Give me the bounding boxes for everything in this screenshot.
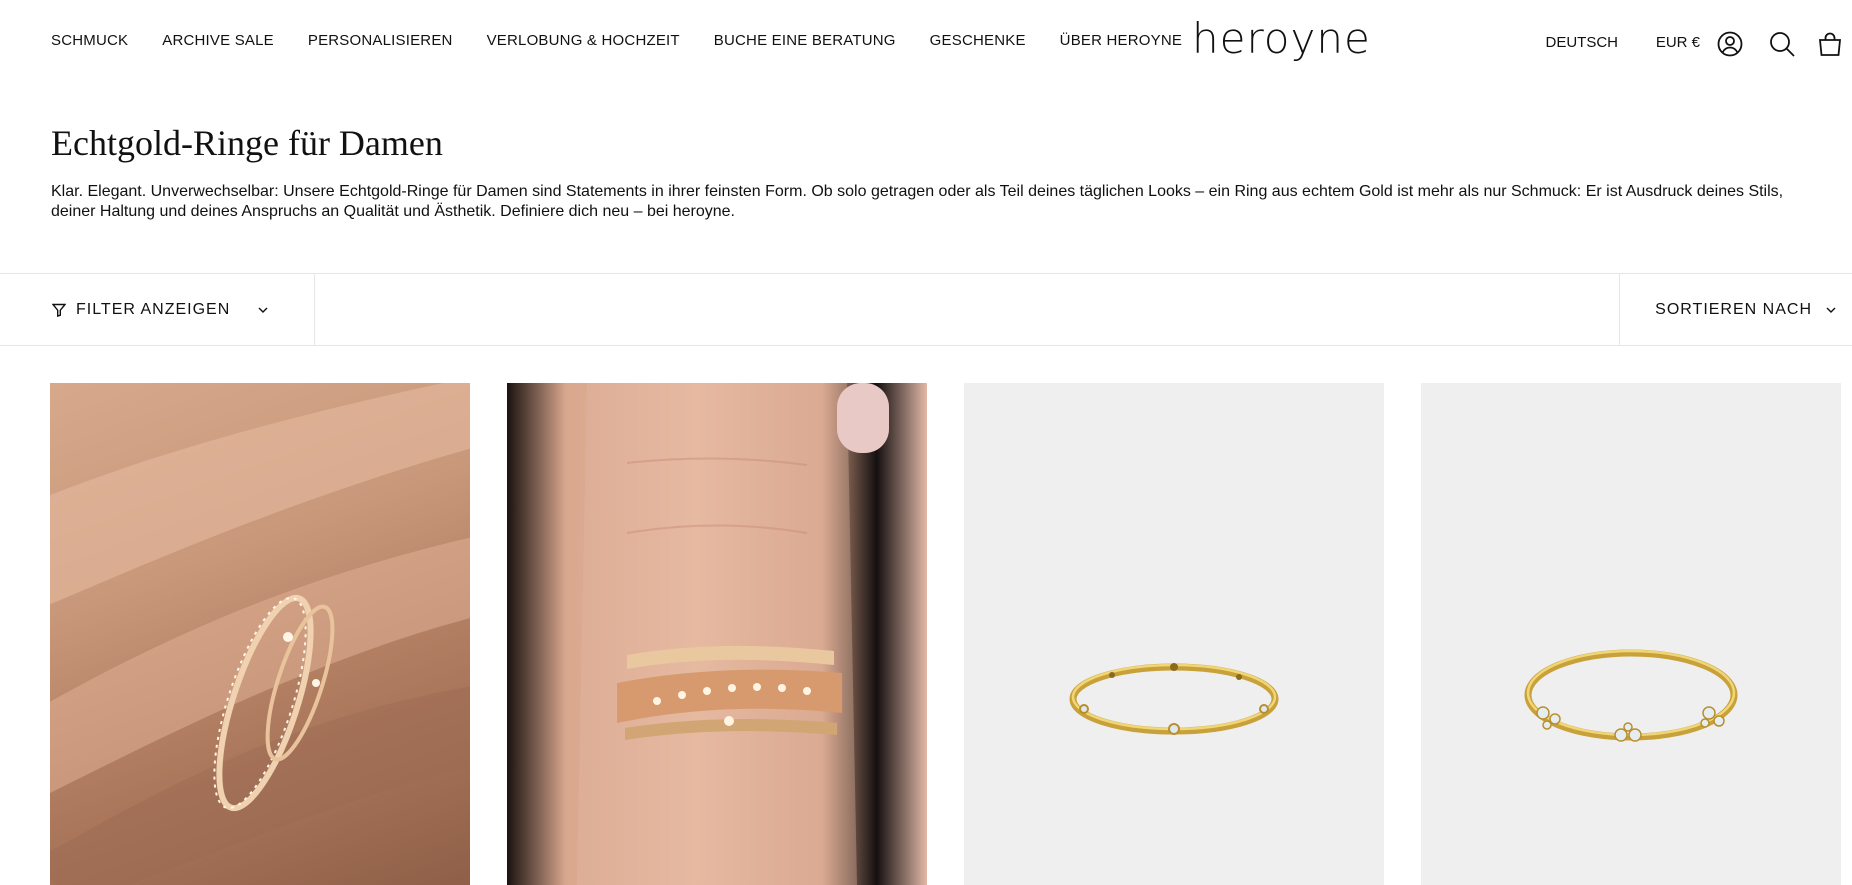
nav-item-archive-sale[interactable]: ARCHIVE SALE	[162, 32, 274, 49]
sort-button[interactable]: SORTIEREN NACH	[1619, 274, 1852, 346]
collection-toolbar: FILTER ANZEIGEN SORTIEREN NACH	[0, 273, 1852, 346]
chevron-down-icon	[1826, 307, 1836, 313]
nav-item-beratung[interactable]: BUCHE EINE BERATUNG	[714, 32, 896, 49]
product-card[interactable]	[50, 383, 470, 885]
nav-item-ueber-heroyne[interactable]: ÜBER HEROYNE	[1060, 32, 1182, 49]
main-nav: SCHMUCK ARCHIVE SALE PERSONALISIEREN VER…	[51, 32, 1182, 49]
nav-item-personalisieren[interactable]: PERSONALISIEREN	[308, 32, 453, 49]
site-header: SCHMUCK ARCHIVE SALE PERSONALISIEREN VER…	[0, 0, 1852, 84]
filter-icon	[52, 303, 66, 317]
product-card[interactable]	[964, 383, 1384, 885]
brand-logo[interactable]: heroyne	[1192, 14, 1371, 63]
nav-item-schmuck[interactable]: SCHMUCK	[51, 32, 128, 49]
ring-on-hand-photo	[50, 383, 470, 885]
product-card[interactable]	[507, 383, 927, 885]
filter-button[interactable]: FILTER ANZEIGEN	[0, 274, 315, 346]
stacked-rings-on-finger-photo	[577, 383, 889, 885]
language-selector[interactable]: DEUTSCH	[1545, 34, 1618, 51]
filter-label: FILTER ANZEIGEN	[76, 301, 231, 318]
sort-label: SORTIEREN NACH	[1655, 301, 1812, 318]
currency-selector[interactable]: EUR €	[1656, 34, 1700, 51]
search-icon[interactable]	[1768, 30, 1796, 58]
header-utilities: DEUTSCH EUR €	[1532, 22, 1852, 66]
chevron-down-icon	[258, 307, 268, 313]
gold-ring-with-stones-product-photo	[1524, 649, 1738, 742]
page-title: Echtgold-Ringe für Damen	[51, 123, 443, 163]
account-icon[interactable]	[1716, 30, 1744, 58]
nav-item-verlobung-hochzeit[interactable]: VERLOBUNG & HOCHZEIT	[487, 32, 680, 49]
collection-description: Klar. Elegant. Unverwechselbar: Unsere E…	[51, 183, 1784, 220]
gold-ring-product-photo	[1069, 663, 1279, 735]
nav-item-geschenke[interactable]: GESCHENKE	[930, 32, 1026, 49]
product-card[interactable]	[1421, 383, 1841, 885]
cart-icon[interactable]	[1816, 30, 1844, 58]
